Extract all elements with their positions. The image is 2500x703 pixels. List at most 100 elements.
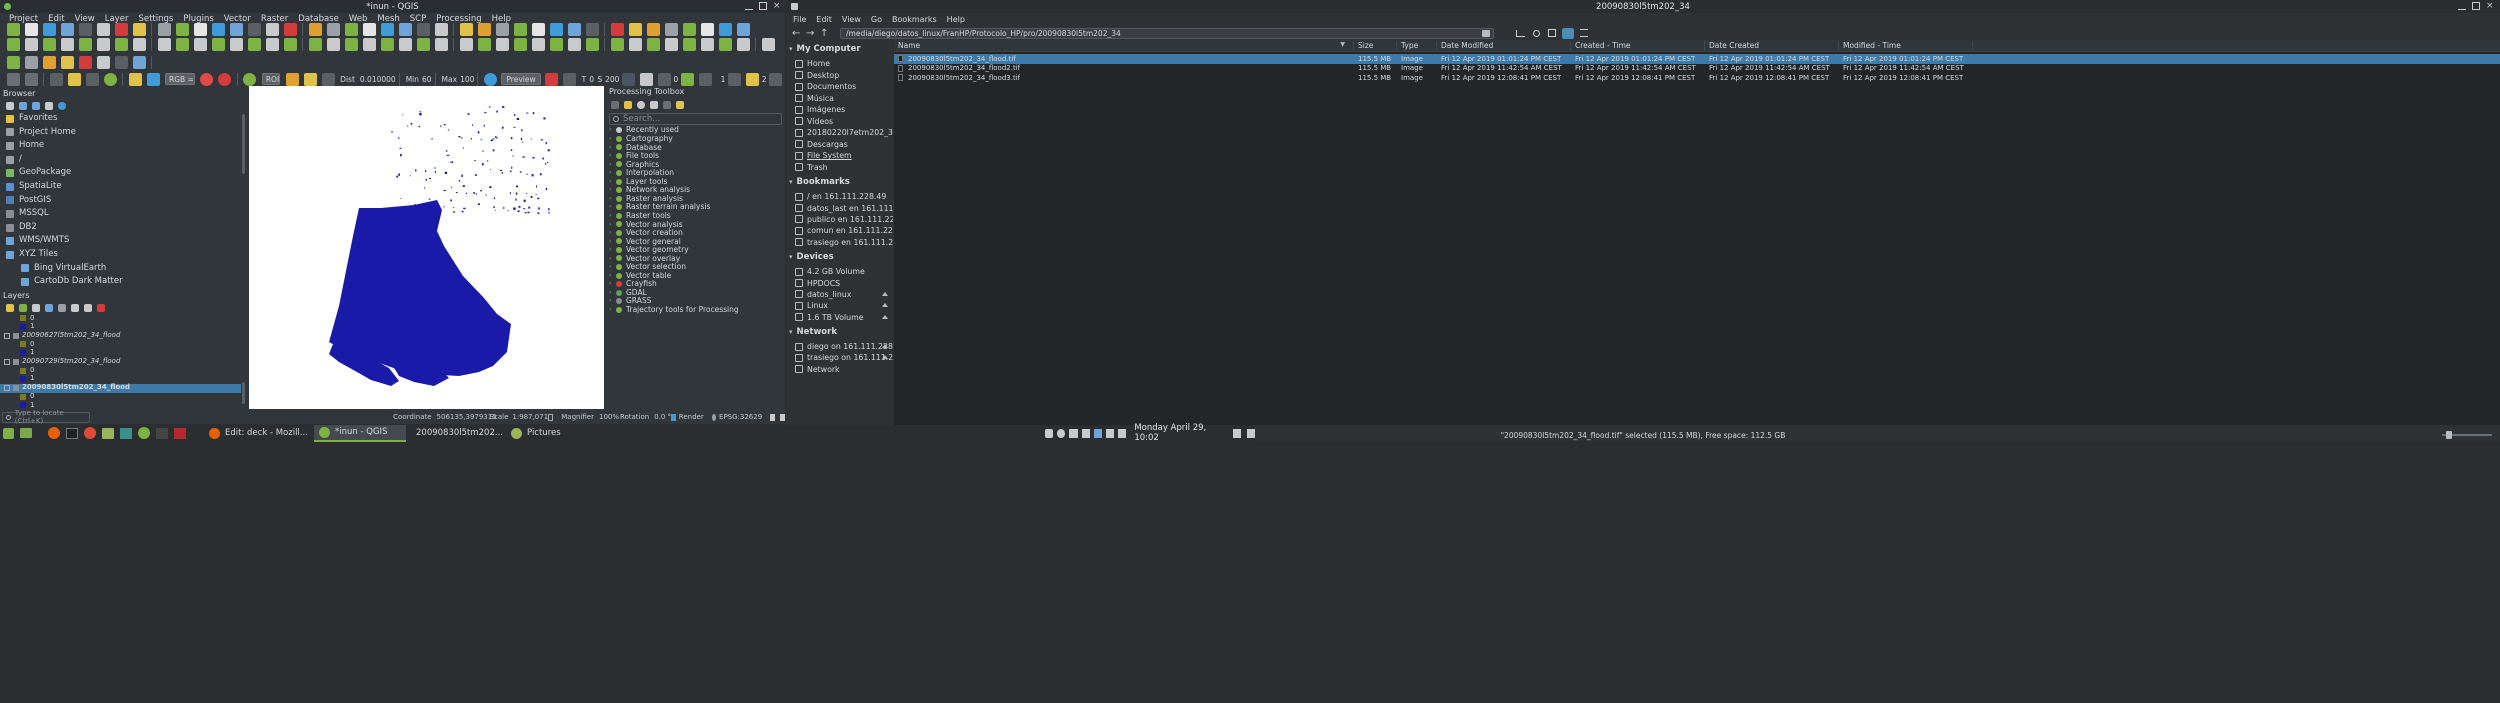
sidebar-item[interactable]: publico en 161.111.228.28: [786, 214, 893, 225]
task-button[interactable]: Edit: deck - Mozill...: [204, 425, 314, 442]
edit-tool-21-icon[interactable]: [362, 37, 376, 51]
clipboard-icon[interactable]: [1081, 428, 1090, 438]
chevron-down-icon[interactable]: ▾: [789, 45, 793, 53]
filter-layer-icon[interactable]: [44, 304, 53, 312]
project-tool-33-icon[interactable]: [567, 22, 581, 36]
edit-tool-39-icon[interactable]: [664, 37, 678, 51]
project-tool-2-icon[interactable]: [42, 22, 56, 36]
attr-tool-2-icon[interactable]: [42, 55, 56, 69]
column-header[interactable]: Date Modified: [1437, 41, 1571, 50]
task-button[interactable]: 20090830l5tm202...: [406, 425, 506, 442]
filter-icon[interactable]: [31, 102, 40, 110]
select-icon[interactable]: [24, 72, 38, 86]
column-header[interactable]: Modified - Time: [1839, 41, 1973, 50]
fm-maximize-icon[interactable]: [2472, 2, 2480, 10]
fm-close-icon[interactable]: ×: [2486, 2, 2494, 11]
project-tool-6-icon[interactable]: [114, 22, 128, 36]
fm-window-icon[interactable]: [791, 3, 798, 10]
layer-checkbox[interactable]: [4, 358, 10, 365]
roi-redo-icon[interactable]: [321, 72, 335, 86]
sidebar-item[interactable]: HPDOCS: [786, 277, 893, 288]
layers-scrollbar[interactable]: [242, 382, 245, 404]
sidebar-item[interactable]: Música: [786, 93, 893, 105]
browser-scrollbar[interactable]: [242, 114, 245, 174]
sidebar-item[interactable]: Network: [786, 364, 893, 375]
edit-tool-27-icon[interactable]: [459, 37, 473, 51]
sidebar-item[interactable]: File System: [786, 150, 893, 162]
project-tool-0-icon[interactable]: [6, 22, 20, 36]
network-icon[interactable]: [1069, 428, 1078, 438]
edit-tool-29-icon[interactable]: [495, 37, 509, 51]
sidebar-section[interactable]: ▾ My Computer: [786, 40, 893, 58]
fm-search-icon[interactable]: [1533, 29, 1540, 37]
coordinate-field[interactable]: 506135,3979315: [437, 413, 497, 421]
edit-tool-38-icon[interactable]: [646, 37, 660, 51]
qgis-launcher-icon[interactable]: [138, 427, 150, 439]
attr-tool-6-icon[interactable]: [114, 55, 128, 69]
project-tool-7-icon[interactable]: [132, 22, 146, 36]
layer-item[interactable]: 20090627l5tm202_34_flood: [0, 331, 247, 340]
task-button[interactable]: *inun - QGIS: [314, 424, 406, 442]
attr-tool-3-icon[interactable]: [60, 55, 74, 69]
project-tool-13-icon[interactable]: [229, 22, 243, 36]
project-tool-18-icon[interactable]: [308, 22, 322, 36]
scp-min-field[interactable]: 60: [422, 75, 432, 84]
scp-t-field[interactable]: 0: [589, 75, 594, 84]
project-tool-39-icon[interactable]: [664, 22, 678, 36]
fm-menu-help[interactable]: Help: [942, 15, 970, 24]
crs-label[interactable]: EPSG:32629: [719, 413, 762, 421]
clear-location-icon[interactable]: [1482, 29, 1490, 37]
filezilla-launcher-icon[interactable]: [174, 427, 186, 439]
shield-icon[interactable]: [1045, 428, 1054, 438]
column-header[interactable]: Created - Time: [1571, 41, 1705, 50]
file-row[interactable]: 20090830l5tm202_34_flood2.tif 115.5 MB Ima…: [894, 64, 2500, 74]
browser-item[interactable]: /: [3, 153, 247, 167]
compact-view-icon[interactable]: [1580, 29, 1588, 37]
project-tool-24-icon[interactable]: [416, 22, 430, 36]
edit-tool-10-icon[interactable]: [175, 37, 189, 51]
pan-icon[interactable]: [6, 72, 20, 86]
edit-tool-4-icon[interactable]: [78, 37, 92, 51]
collapse-all-icon[interactable]: [83, 304, 92, 312]
cursor-icon[interactable]: [49, 72, 63, 86]
edit-tool-11-icon[interactable]: [193, 37, 207, 51]
project-tool-20-icon[interactable]: [344, 22, 358, 36]
edit-tool-9-icon[interactable]: [157, 37, 171, 51]
layer-item[interactable]: 20090729l5tm202_34_flood: [0, 357, 247, 366]
zoom-slider-handle[interactable]: [2446, 431, 2452, 439]
edit-tool-6-icon[interactable]: [114, 37, 128, 51]
project-tool-9-icon[interactable]: [157, 22, 171, 36]
browser-item[interactable]: MSSQL: [3, 207, 247, 221]
messages-icon[interactable]: [770, 413, 776, 421]
sidebar-item[interactable]: comun en 161.111.228.49: [786, 225, 893, 236]
results-icon[interactable]: [649, 101, 658, 109]
eject-icon[interactable]: [882, 303, 888, 308]
project-tool-21-icon[interactable]: [362, 22, 376, 36]
map-canvas[interactable]: [249, 86, 604, 409]
edit-tool-5-icon[interactable]: [96, 37, 110, 51]
layer-style-icon[interactable]: [5, 304, 14, 312]
project-tool-22-icon[interactable]: [380, 22, 394, 36]
processing-group[interactable]: › Trajectory tools for Processing: [609, 305, 785, 314]
grid-icon[interactable]: [621, 72, 635, 86]
redraw-icon[interactable]: [545, 72, 559, 86]
project-tool-43-icon[interactable]: [736, 22, 750, 36]
files-launcher-icon[interactable]: [102, 427, 114, 439]
edit-icon[interactable]: [662, 101, 671, 109]
project-tool-34-icon[interactable]: [585, 22, 599, 36]
browser-item[interactable]: DB2: [3, 221, 247, 235]
edit-tool-15-icon[interactable]: [265, 37, 279, 51]
project-tool-37-icon[interactable]: [628, 22, 642, 36]
edit-tool-0-icon[interactable]: [6, 37, 20, 51]
up-icon[interactable]: ↑: [820, 28, 834, 39]
preview-icon[interactable]: [483, 72, 497, 86]
edit-tool-19-icon[interactable]: [326, 37, 340, 51]
icon-view-icon[interactable]: [1548, 29, 1556, 37]
edit-tool-32-icon[interactable]: [549, 37, 563, 51]
browser-item[interactable]: Bing VirtualEarth: [3, 262, 247, 276]
edit-tool-1-icon[interactable]: [24, 37, 38, 51]
sidebar-item[interactable]: trasiego en 161.111.228.49: [786, 237, 893, 248]
sidebar-item[interactable]: Desktop: [786, 70, 893, 82]
zoom-band-icon[interactable]: [657, 72, 671, 86]
add-icon[interactable]: [5, 102, 14, 110]
